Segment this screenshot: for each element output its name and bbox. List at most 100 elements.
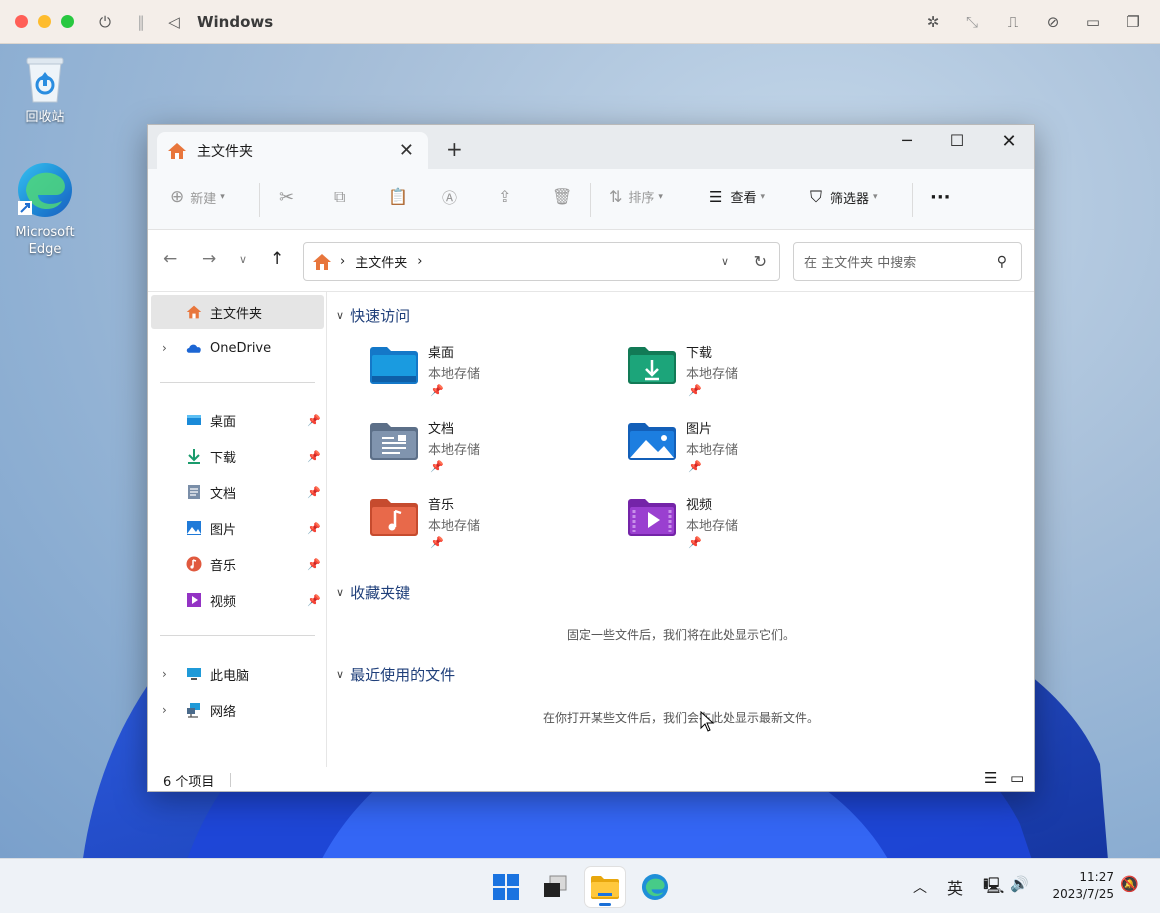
windows-overlap-icon[interactable]: ❐: [1122, 11, 1144, 33]
start-button[interactable]: [486, 867, 526, 907]
task-view-button[interactable]: [535, 867, 575, 907]
close-window-button[interactable]: [15, 15, 28, 28]
address-dropdown-chevron-icon[interactable]: ∨: [721, 255, 729, 268]
rename-icon[interactable]: Ⓐ: [442, 187, 457, 208]
vm-title: Windows: [197, 13, 274, 31]
search-box[interactable]: 在 主文件夹 中搜索 ⚲: [793, 242, 1022, 281]
breadcrumb-home[interactable]: 主文件夹: [355, 252, 407, 271]
status-divider: [230, 773, 231, 787]
pause-icon[interactable]: ‖: [130, 11, 152, 33]
sidebar-item-label: 桌面: [210, 414, 237, 430]
chevron-down-icon: ▾: [220, 192, 225, 202]
section-title: 收藏夹键: [350, 584, 411, 602]
recycle-bin-icon: [26, 57, 64, 103]
quick-item-name: 音乐: [428, 498, 455, 513]
sidebar-item-videos[interactable]: 视频 📌: [148, 583, 325, 617]
tab-home[interactable]: 主文件夹 ✕: [157, 132, 428, 169]
up-arrow-icon[interactable]: ↑: [270, 249, 284, 269]
maximize-button[interactable]: ☐: [937, 131, 977, 150]
quick-item-documents[interactable]: 文档 本地存储 📌: [370, 418, 590, 482]
navigation-bar: ← → ∨ ↑ › 主文件夹 › ∨ ↻ 在 主文件夹 中搜索 ⚲: [148, 230, 1034, 292]
pin-icon: 📌: [688, 536, 702, 549]
close-button[interactable]: ✕: [989, 131, 1029, 152]
paste-icon[interactable]: 📋: [388, 187, 408, 206]
shared-folder-icon[interactable]: ▭: [1082, 11, 1104, 33]
expand-chevron-icon[interactable]: ›: [162, 341, 167, 355]
file-explorer-taskbar-button[interactable]: [585, 867, 625, 907]
quick-item-name: 文档: [428, 422, 455, 437]
zoom-window-button[interactable]: [61, 15, 74, 28]
sidebar-item-this-pc[interactable]: › 此电脑: [148, 657, 325, 691]
refresh-icon[interactable]: ↻: [754, 252, 767, 271]
sidebar-item-home[interactable]: 主文件夹: [151, 295, 324, 329]
delete-icon[interactable]: 🗑: [552, 187, 572, 206]
pin-icon[interactable]: 📌: [307, 414, 321, 427]
network-status-icon[interactable]: 🖳: [983, 875, 1004, 902]
tiles-view-icon[interactable]: ▭: [1010, 769, 1024, 787]
no-network-icon[interactable]: ⊘: [1042, 11, 1064, 33]
clock[interactable]: 11:27 2023/7/25: [1044, 869, 1114, 903]
new-tab-button[interactable]: +: [446, 137, 463, 161]
desktop-recycle-bin[interactable]: 回收站: [5, 54, 85, 126]
new-button[interactable]: ⊕ 新建 ▾: [170, 187, 225, 207]
pin-icon: 📌: [430, 460, 444, 473]
quick-item-downloads[interactable]: 下载 本地存储 📌: [628, 342, 848, 406]
quick-item-location: 本地存储: [428, 367, 481, 382]
copy-icon[interactable]: ⧉: [334, 187, 345, 207]
cut-icon[interactable]: ✂: [279, 187, 294, 208]
search-icon[interactable]: ⚲: [997, 254, 1007, 270]
expand-chevron-icon[interactable]: ›: [162, 667, 167, 681]
sidebar-item-onedrive[interactable]: › OneDrive: [148, 331, 325, 365]
view-button[interactable]: ☰ 查看 ▾: [709, 187, 765, 207]
edge-label-line2: Edge: [28, 242, 62, 257]
brightness-icon[interactable]: ✲: [922, 11, 944, 33]
sidebar-item-documents[interactable]: 文档 📌: [148, 475, 325, 509]
more-options-button[interactable]: ···: [930, 187, 951, 208]
input-method-indicator[interactable]: 英: [947, 875, 963, 899]
section-recent[interactable]: ∨ 最近使用的文件: [336, 664, 455, 685]
filter-icon: ⛉: [810, 187, 823, 206]
collapse-chevron-icon: ∨: [336, 309, 345, 322]
show-hidden-icons-chevron-icon[interactable]: ︿: [913, 877, 927, 897]
quick-item-desktop[interactable]: 桌面 本地存储 📌: [370, 342, 590, 406]
forward-arrow-icon[interactable]: →: [202, 249, 216, 269]
command-bar: ⊕ 新建 ▾ ✂ ⧉ 📋 Ⓐ ⇪ 🗑 ⇅ 排序 ▾ ☰ 查看 ▾ ⛉ 筛选器 ▾…: [148, 169, 1034, 230]
sidebar-item-network[interactable]: › 网络: [148, 693, 325, 727]
details-view-icon[interactable]: ☰: [984, 769, 997, 787]
quick-item-name: 图片: [686, 422, 713, 437]
collapse-chevron-icon: ∨: [336, 586, 345, 599]
pin-icon[interactable]: 📌: [307, 522, 321, 535]
sidebar-item-downloads[interactable]: 下载 📌: [148, 439, 325, 473]
recent-locations-chevron-icon[interactable]: ∨: [239, 253, 247, 266]
pin-icon[interactable]: 📌: [307, 558, 321, 571]
filter-button[interactable]: ⛉ 筛选器 ▾: [810, 187, 878, 207]
pin-icon[interactable]: 📌: [307, 594, 321, 607]
volume-icon[interactable]: 🔊: [1010, 875, 1029, 893]
pin-icon[interactable]: 📌: [307, 450, 321, 463]
back-arrow-icon[interactable]: ←: [163, 249, 177, 269]
quick-item-music[interactable]: 音乐 本地存储 📌: [370, 494, 590, 558]
section-quick-access[interactable]: ∨ 快速访问: [336, 305, 410, 326]
sort-button[interactable]: ⇅ 排序 ▾: [609, 187, 663, 206]
sidebar-item-desktop[interactable]: 桌面 📌: [148, 403, 325, 437]
expand-chevron-icon[interactable]: ›: [162, 703, 167, 717]
minimize-button[interactable]: ─: [887, 131, 927, 150]
desktop-edge[interactable]: Microsoft Edge: [5, 161, 85, 258]
file-explorer-window: 主文件夹 ✕ + ─ ☐ ✕ ⊕ 新建 ▾ ✂ ⧉ 📋 Ⓐ ⇪ 🗑 ⇅ 排序 ▾…: [147, 124, 1035, 792]
quick-item-pictures[interactable]: 图片 本地存储 📌: [628, 418, 848, 482]
sidebar-item-music[interactable]: 音乐 📌: [148, 547, 325, 581]
back-triangle-icon[interactable]: ◁: [163, 11, 185, 33]
edge-taskbar-button[interactable]: [635, 867, 675, 907]
sidebar-item-pictures[interactable]: 图片 📌: [148, 511, 325, 545]
close-tab-icon[interactable]: ✕: [399, 140, 414, 161]
section-favorites[interactable]: ∨ 收藏夹键: [336, 582, 410, 603]
address-bar[interactable]: › 主文件夹 › ∨ ↻: [303, 242, 780, 281]
power-icon[interactable]: ⏻: [94, 11, 116, 33]
quick-item-videos[interactable]: 视频 本地存储 📌: [628, 494, 848, 558]
minimize-window-button[interactable]: [38, 15, 51, 28]
pin-icon[interactable]: 📌: [307, 486, 321, 499]
usb-icon[interactable]: ⎍: [1002, 11, 1024, 33]
share-icon[interactable]: ⇪: [498, 187, 511, 206]
resize-icon[interactable]: ⤡: [961, 11, 983, 33]
notification-bell-icon[interactable]: 🔕: [1120, 875, 1139, 893]
